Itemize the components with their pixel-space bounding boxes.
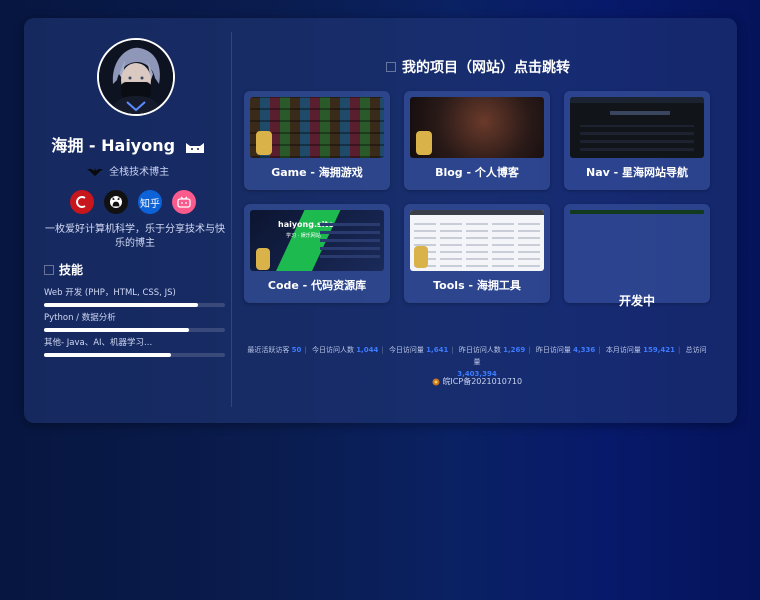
- square-icon: [44, 264, 54, 275]
- skill-bar: [44, 353, 171, 357]
- profile-bio: 一枚爱好计算机科学，乐于分享技术与快乐的博主: [45, 224, 225, 249]
- project-card-game[interactable]: Game - 海拥游戏: [244, 91, 390, 190]
- github-icon[interactable]: [104, 190, 128, 214]
- project-thumbnail: haiyong.site 学习 · 娱乐网站: [250, 210, 384, 271]
- profile-role: 全栈技术博主: [24, 163, 232, 178]
- project-thumbnail: [250, 97, 384, 158]
- project-thumbnail: [410, 97, 544, 158]
- project-card-nav[interactable]: Nav - 星海网站导航: [564, 91, 710, 190]
- visit-stats: 最近活跃访客 50 | 今日访问人数 1,044 | 今日访问量 1,641 | 昨日…: [247, 346, 707, 378]
- project-card-tools[interactable]: Tools - 海拥工具: [404, 204, 550, 303]
- skill-item: Web 开发 (PHP，HTML, CSS, JS): [44, 286, 225, 307]
- project-card-wip[interactable]: 开发中: [564, 204, 710, 308]
- project-card-blog[interactable]: Blog - 个人博客: [404, 91, 550, 190]
- skill-item: Python / 数据分析: [44, 311, 225, 332]
- progress-strip: [570, 210, 704, 214]
- avatar: [97, 38, 175, 116]
- bilibili-icon[interactable]: [172, 190, 196, 214]
- skill-bar: [44, 328, 189, 332]
- csdn-icon[interactable]: [70, 190, 94, 214]
- icp-footer[interactable]: 皖ICP备2021010710: [244, 376, 710, 387]
- cat-icon: [185, 142, 204, 153]
- thumbnail-subtitle: 学习 · 娱乐网站: [286, 233, 321, 239]
- skill-bar: [44, 303, 198, 307]
- police-badge-icon: [432, 378, 440, 385]
- zhihu-icon[interactable]: 知乎: [138, 190, 162, 214]
- project-thumbnail: [410, 210, 544, 271]
- skills-heading: 技能: [44, 261, 83, 278]
- projects-heading: 我的项目（网站）点击跳转: [386, 57, 570, 77]
- project-thumbnail: [570, 97, 704, 158]
- social-links: 知乎: [70, 190, 196, 214]
- skill-item: 其他- Java、AI、机器学习...: [44, 336, 225, 357]
- bat-icon: [86, 168, 103, 176]
- project-card-code[interactable]: haiyong.site 学习 · 娱乐网站 Code - 代码资源库: [244, 204, 390, 303]
- profile-name: 海拥 - Haiyong: [24, 132, 232, 156]
- divider: [231, 32, 232, 407]
- square-icon: [386, 62, 396, 72]
